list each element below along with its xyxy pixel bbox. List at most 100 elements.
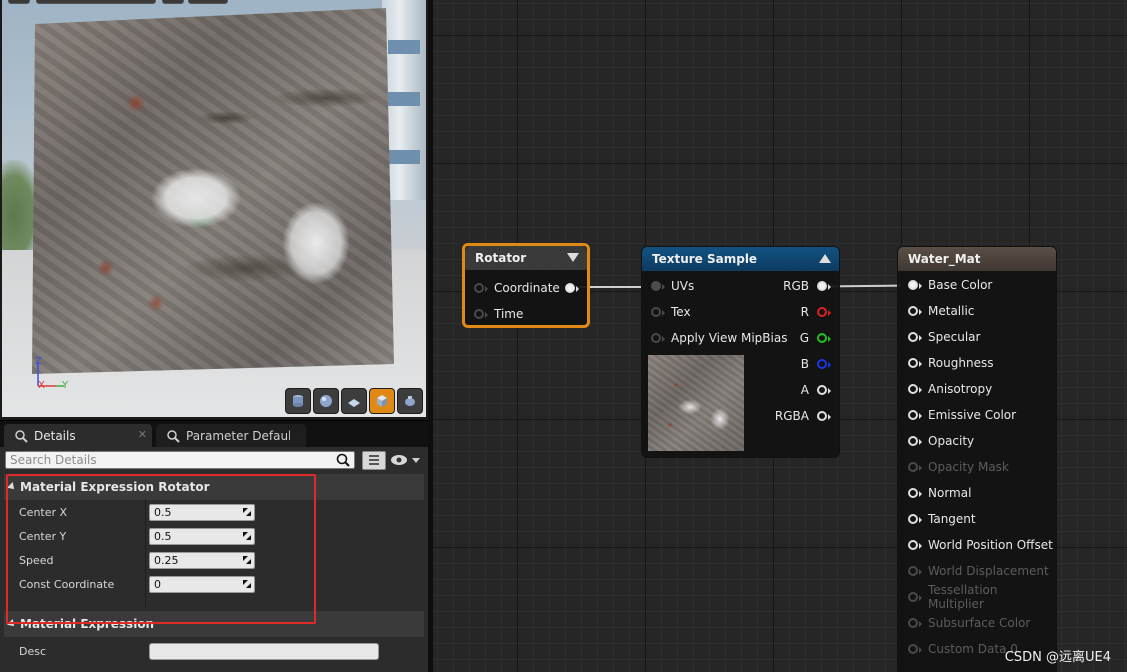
tab-parameter-defaults[interactable]: Parameter Defaults: [156, 424, 306, 448]
input-pin-icon[interactable]: [908, 436, 922, 446]
texture-output-g[interactable]: G: [800, 328, 831, 348]
viewport-top-button[interactable]: [36, 0, 156, 4]
pin-label: Tex: [671, 305, 691, 319]
input-pin-icon[interactable]: [908, 332, 922, 342]
input-pin-icon[interactable]: [908, 514, 922, 524]
speed-input[interactable]: 0.25: [149, 552, 255, 569]
viewport-top-button[interactable]: [8, 0, 30, 4]
texture-sample-node-header[interactable]: Texture Sample: [642, 247, 839, 271]
rotator-input-coordinate[interactable]: Coordinate: [474, 278, 560, 298]
material-input-pin-row[interactable]: World Position Offset: [908, 535, 1053, 555]
rotator-node[interactable]: Rotator Coordinate Time: [462, 243, 590, 328]
input-pin-icon[interactable]: [908, 462, 922, 472]
pin-label: Specular: [928, 330, 981, 344]
cube-preview-button[interactable]: [369, 388, 395, 414]
material-input-pin-row[interactable]: Roughness: [908, 353, 993, 373]
tab-details[interactable]: Details ✕: [4, 424, 152, 448]
material-input-pin-row[interactable]: Specular: [908, 327, 980, 347]
viewport-top-button[interactable]: [162, 0, 184, 4]
search-details-input[interactable]: [5, 451, 355, 469]
texture-input-tex[interactable]: Tex: [651, 302, 691, 322]
pin-label: World Position Offset: [928, 538, 1053, 552]
output-pin-icon[interactable]: [817, 307, 831, 317]
output-pin-icon[interactable]: [817, 385, 831, 395]
cylinder-preview-button[interactable]: [285, 388, 311, 414]
rotator-output[interactable]: [565, 278, 579, 298]
custom-mesh-preview-button[interactable]: [397, 388, 423, 414]
input-pin-icon[interactable]: [908, 306, 922, 316]
water-mat-node-header[interactable]: Water_Mat: [898, 247, 1056, 271]
input-pin-icon[interactable]: [908, 384, 922, 394]
input-pin-icon[interactable]: [651, 281, 665, 291]
texture-input-uvs[interactable]: UVs: [651, 276, 694, 296]
material-input-pin-row[interactable]: Opacity: [908, 431, 974, 451]
property-label: Center Y: [19, 530, 67, 543]
drag-handle-icon: [243, 580, 251, 588]
output-pin-icon[interactable]: [817, 411, 831, 421]
input-pin-icon[interactable]: [908, 618, 922, 628]
pin-label: Emissive Color: [928, 408, 1017, 422]
desc-input[interactable]: [149, 643, 379, 660]
material-input-pin-row[interactable]: Base Color: [908, 275, 992, 295]
preview-shape-toolbar: [285, 388, 423, 414]
texture-output-r[interactable]: R: [801, 302, 831, 322]
category-material-expression[interactable]: Material Expression: [4, 611, 424, 637]
input-pin-icon[interactable]: [908, 540, 922, 550]
input-pin-icon[interactable]: [908, 410, 922, 420]
texture-sample-node[interactable]: Texture Sample UVs Tex Apply View MipBia…: [641, 246, 840, 458]
material-input-pin-row[interactable]: Tessellation Multiplier: [908, 583, 1056, 611]
tab-details-label: Details: [34, 429, 76, 443]
texture-output-rgba[interactable]: RGBA: [775, 406, 831, 426]
texture-input-mipbias[interactable]: Apply View MipBias: [651, 328, 787, 348]
center-x-input[interactable]: 0.5: [149, 504, 255, 521]
collapse-arrow-icon[interactable]: [567, 253, 579, 262]
input-pin-icon[interactable]: [474, 283, 488, 293]
input-pin-icon[interactable]: [908, 358, 922, 368]
material-graph-canvas[interactable]: Rotator Coordinate Time Texture Sample U…: [433, 0, 1127, 672]
material-input-pin-row[interactable]: World Displacement: [908, 561, 1049, 581]
input-pin-icon[interactable]: [474, 309, 488, 319]
plane-icon: [348, 399, 360, 407]
material-input-pin-row[interactable]: Subsurface Color: [908, 613, 1030, 633]
input-pin-icon[interactable]: [908, 280, 922, 290]
const-coordinate-input[interactable]: 0: [149, 576, 255, 593]
input-pin-icon[interactable]: [908, 644, 922, 654]
view-options-eye-icon[interactable]: [390, 453, 422, 467]
collapse-arrow-icon[interactable]: [819, 254, 831, 263]
output-pin-icon[interactable]: [817, 281, 831, 291]
output-pin-icon[interactable]: [565, 283, 579, 293]
search-icon[interactable]: [336, 453, 350, 467]
plane-preview-button[interactable]: [341, 388, 367, 414]
material-input-pin-row[interactable]: Normal: [908, 483, 971, 503]
texture-output-b[interactable]: B: [801, 354, 831, 374]
input-pin-icon[interactable]: [651, 333, 665, 343]
viewport-top-button[interactable]: [188, 0, 228, 4]
input-pin-icon[interactable]: [908, 488, 922, 498]
cube-icon: [377, 395, 387, 407]
output-pin-icon[interactable]: [817, 333, 831, 343]
material-input-pin-row[interactable]: Tangent: [908, 509, 976, 529]
center-y-input[interactable]: 0.5: [149, 528, 255, 545]
collapse-triangle-icon: [7, 619, 17, 629]
input-pin-icon[interactable]: [651, 307, 665, 317]
material-input-pin-row[interactable]: Opacity Mask: [908, 457, 1009, 477]
texture-output-a[interactable]: A: [801, 380, 831, 400]
texture-thumbnail[interactable]: [648, 355, 744, 451]
material-input-pin-row[interactable]: Metallic: [908, 301, 974, 321]
material-preview-viewport[interactable]: Z X Y: [2, 0, 426, 417]
category-material-expression-rotator[interactable]: Material Expression Rotator: [4, 474, 424, 500]
texture-output-rgb[interactable]: RGB: [783, 276, 831, 296]
material-input-pin-row[interactable]: Custom Data 0: [908, 639, 1018, 659]
property-matrix-button[interactable]: [362, 451, 386, 470]
water-mat-result-node[interactable]: Water_Mat Base Color Metallic Specular Roug…: [897, 246, 1057, 672]
rotator-node-header[interactable]: Rotator: [465, 246, 587, 270]
material-input-pin-row[interactable]: Emissive Color: [908, 405, 1016, 425]
output-pin-icon[interactable]: [817, 359, 831, 369]
sphere-preview-button[interactable]: [313, 388, 339, 414]
input-pin-icon[interactable]: [908, 566, 922, 576]
material-input-pin-row[interactable]: Anisotropy: [908, 379, 992, 399]
input-pin-icon[interactable]: [908, 592, 922, 602]
close-icon[interactable]: ✕: [138, 428, 147, 441]
rotator-input-time[interactable]: Time: [474, 304, 523, 324]
pin-label: Anisotropy: [928, 382, 993, 396]
